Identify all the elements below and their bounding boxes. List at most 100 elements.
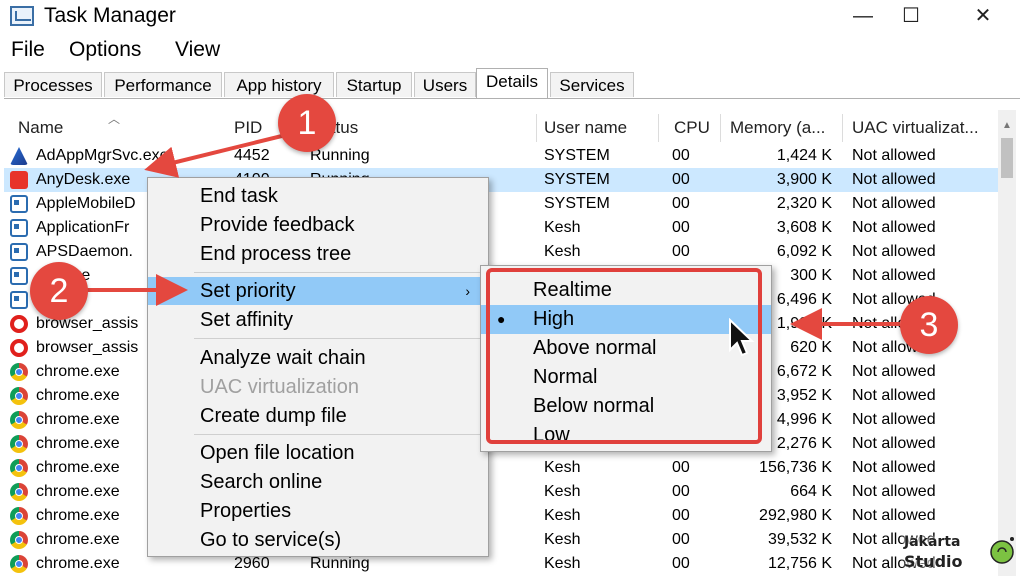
tab-details[interactable]: Details: [476, 68, 548, 99]
process-uac: Not allowed: [852, 219, 936, 236]
annotation-highlight-box: [486, 268, 762, 444]
process-memory: 664 K: [790, 483, 832, 500]
tab-processes[interactable]: Processes: [4, 72, 102, 97]
title-bar: Task Manager — ☐ ✕: [0, 0, 1024, 34]
window-icon: [10, 291, 28, 309]
menu-item-set-priority-label: Set priority: [200, 280, 296, 302]
maximize-button[interactable]: ☐: [888, 2, 934, 30]
process-memory: 2,320 K: [776, 195, 832, 212]
annotation-badge-3: 3: [900, 296, 958, 354]
process-cpu: 00: [672, 171, 690, 188]
column-header-cpu[interactable]: CPU: [674, 114, 710, 142]
sort-indicator-icon: ︿: [108, 112, 121, 126]
window-icon: [10, 243, 28, 261]
menu-item-set-affinity[interactable]: Set affinity: [148, 306, 488, 334]
close-button[interactable]: ✕: [960, 2, 1006, 30]
menu-view[interactable]: View: [175, 38, 220, 62]
menu-item-go-to-services[interactable]: Go to service(s): [148, 526, 488, 554]
tab-strip: Processes Performance App history Startu…: [4, 68, 1020, 99]
tab-performance[interactable]: Performance: [104, 72, 222, 97]
process-status: Running: [310, 147, 370, 164]
tab-users[interactable]: Users: [414, 72, 476, 97]
process-memory: 1,424 K: [776, 147, 832, 164]
process-uac: Not allowed: [852, 435, 936, 452]
column-divider[interactable]: [720, 114, 721, 142]
process-uac: Not allowed: [852, 363, 936, 380]
chrome-icon: [10, 435, 28, 453]
chrome-icon: [10, 363, 28, 381]
process-name: AdAppMgrSvc.exe: [36, 147, 169, 164]
table-row[interactable]: AdAppMgrSvc.exe 4452 Running SYSTEM 00 1,424 …: [4, 144, 998, 168]
column-header-memory[interactable]: Memory (a...: [730, 114, 825, 142]
process-user: Kesh: [544, 483, 581, 500]
process-uac: Not allowed: [852, 195, 936, 212]
process-cpu: 00: [672, 555, 690, 572]
adapp-icon: [10, 147, 28, 165]
menu-item-provide-feedback[interactable]: Provide feedback: [148, 211, 488, 239]
process-uac: Not allowed: [852, 507, 936, 524]
column-header-name[interactable]: Name: [18, 114, 63, 142]
column-divider[interactable]: [536, 114, 537, 142]
column-header-pid[interactable]: PID: [234, 114, 262, 142]
menu-item-uac-virtualization: UAC virtualization: [200, 376, 359, 398]
tab-startup[interactable]: Startup: [336, 72, 412, 97]
process-memory: 39,532 K: [767, 531, 832, 548]
scroll-thumb[interactable]: [1001, 138, 1013, 178]
mouse-cursor-icon: [729, 318, 755, 357]
column-divider[interactable]: [658, 114, 659, 142]
window-icon: [10, 267, 28, 285]
menu-item-create-dump-file[interactable]: Create dump file: [148, 402, 488, 430]
process-cpu: 00: [672, 483, 690, 500]
watermark-line-1: Jakarta: [904, 534, 961, 550]
menu-item-analyze-wait-chain[interactable]: Analyze wait chain: [148, 344, 488, 372]
window-icon: [10, 219, 28, 237]
scroll-up-icon[interactable]: ▲: [998, 120, 1016, 136]
anydesk-icon: [10, 171, 28, 189]
process-uac: Not allowed: [852, 171, 936, 188]
menu-item-set-priority[interactable]: Set priority ›: [148, 277, 488, 305]
process-cpu: 00: [672, 507, 690, 524]
opera-icon: [10, 339, 28, 357]
menu-separator: [194, 272, 482, 273]
process-user: SYSTEM: [544, 195, 610, 212]
submenu-arrow-icon: ›: [465, 283, 470, 299]
process-memory: 3,608 K: [776, 219, 832, 236]
menu-item-end-process-tree[interactable]: End process tree: [148, 240, 488, 268]
menu-file[interactable]: File: [11, 38, 45, 62]
annotation-badge-1: 1: [278, 94, 336, 152]
minimize-button[interactable]: —: [840, 2, 886, 30]
watermark-line-2: Studio: [904, 552, 963, 571]
process-user: SYSTEM: [544, 147, 610, 164]
process-user: Kesh: [544, 243, 581, 260]
process-memory: 156,736 K: [759, 459, 832, 476]
annotation-badge-2: 2: [30, 262, 88, 320]
process-user: Kesh: [544, 219, 581, 236]
tab-divider: [4, 98, 1020, 99]
vertical-scrollbar[interactable]: ▲: [998, 110, 1016, 576]
opera-icon: [10, 315, 28, 333]
process-memory: 12,756 K: [767, 555, 832, 572]
menu-separator: [194, 434, 482, 435]
menu-options[interactable]: Options: [69, 38, 141, 62]
watermark-logo: Jakarta Studio: [902, 532, 1020, 574]
process-cpu: 00: [672, 459, 690, 476]
menu-item-end-task[interactable]: End task: [148, 182, 488, 210]
menu-separator: [194, 338, 482, 339]
context-menu: End task Provide feedback End process tr…: [147, 177, 489, 557]
column-header-uac[interactable]: UAC virtualizat...: [852, 114, 979, 142]
process-user: Kesh: [544, 555, 581, 572]
tab-services[interactable]: Services: [550, 72, 634, 97]
menu-item-open-file-location[interactable]: Open file location: [148, 439, 488, 467]
process-user: Kesh: [544, 507, 581, 524]
process-memory: 6,092 K: [776, 243, 832, 260]
process-cpu: 00: [672, 531, 690, 548]
column-header-user-name[interactable]: User name: [544, 114, 627, 142]
menu-bar: File Options View: [0, 36, 1024, 66]
process-uac: Not allowed: [852, 483, 936, 500]
process-user: Kesh: [544, 531, 581, 548]
chrome-icon: [10, 483, 28, 501]
menu-item-properties[interactable]: Properties: [148, 497, 488, 525]
tab-app-history[interactable]: App history: [224, 72, 334, 97]
column-divider[interactable]: [842, 114, 843, 142]
menu-item-search-online[interactable]: Search online: [148, 468, 488, 496]
